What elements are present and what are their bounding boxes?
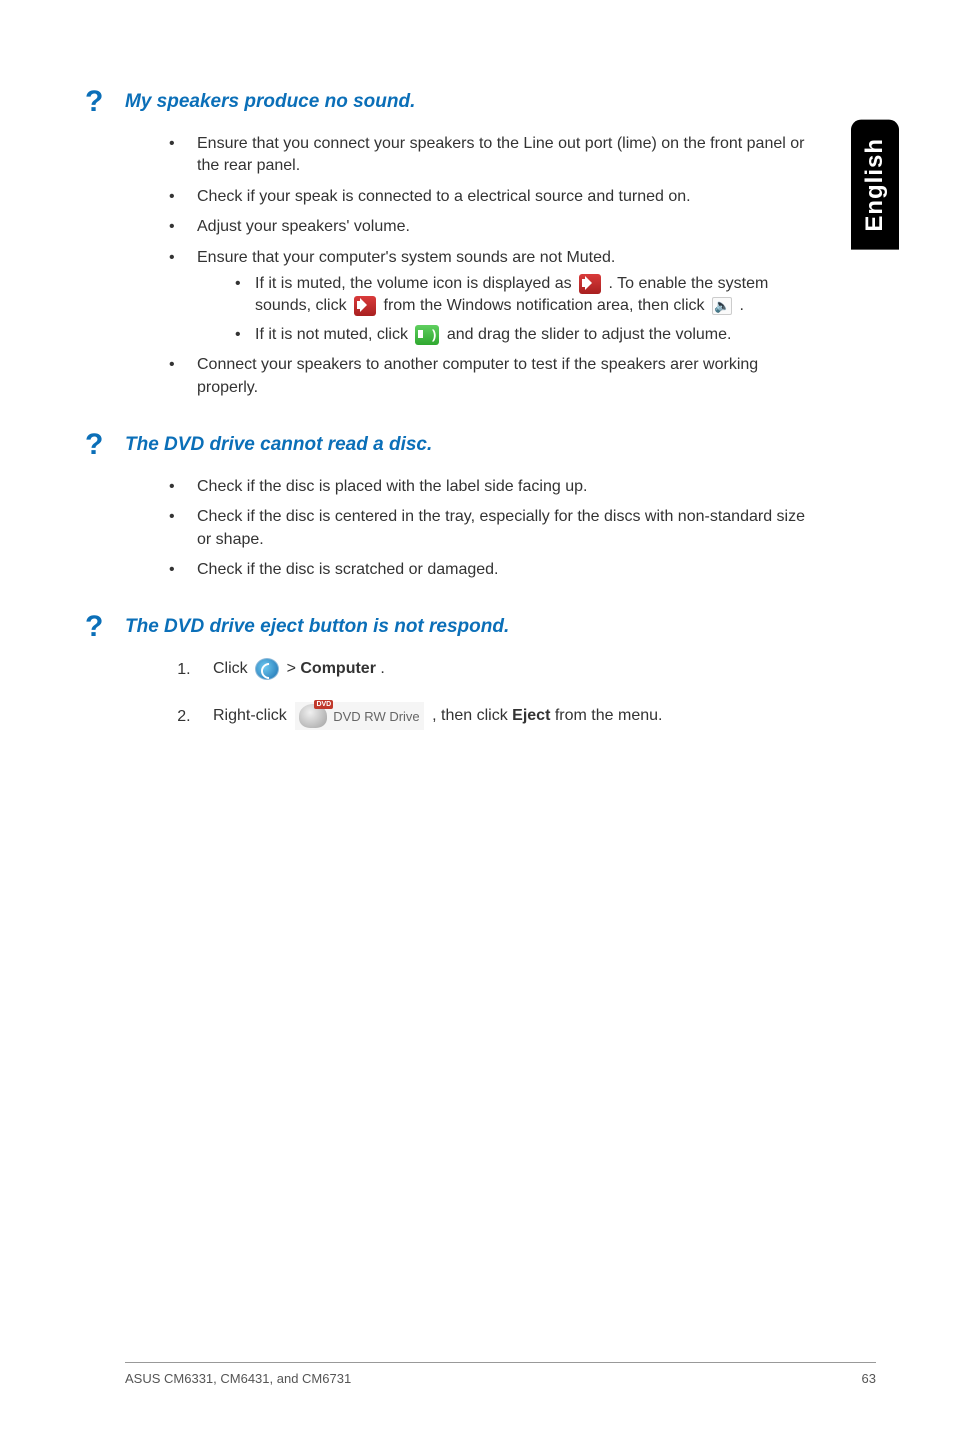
section-speakers: ? My speakers produce no sound. Ensure t… bbox=[125, 90, 805, 399]
bullet-item: Check if your speak is connected to a el… bbox=[169, 186, 805, 208]
text-fragment: > bbox=[287, 661, 301, 678]
volume-muted-icon bbox=[354, 296, 376, 316]
sub-bullet-item: If it is muted, the volume icon is displ… bbox=[235, 273, 805, 318]
question-mark-icon: ? bbox=[85, 428, 125, 462]
step-item: Click > Computer . bbox=[195, 658, 805, 680]
dvd-drive-icon: DVD RW Drive bbox=[295, 702, 423, 730]
footer-page-number: 63 bbox=[862, 1371, 876, 1386]
text-fragment: . bbox=[380, 661, 384, 678]
question-mark-icon: ? bbox=[85, 610, 125, 644]
bullet-item: Ensure that your computer's system sound… bbox=[169, 247, 805, 347]
text-fragment: and drag the slider to adjust the volume… bbox=[447, 326, 732, 343]
question-mark-icon: ? bbox=[85, 85, 125, 119]
bullet-item: Adjust your speakers' volume. bbox=[169, 216, 805, 238]
text-fragment: If it is muted, the volume icon is displ… bbox=[255, 275, 576, 292]
text-fragment: , then click bbox=[432, 708, 512, 725]
dvd-disc-icon bbox=[299, 704, 327, 728]
section-dvd-eject: ? The DVD drive eject button is not resp… bbox=[125, 615, 805, 730]
language-tab: English bbox=[851, 120, 899, 250]
text-fragment: Right-click bbox=[213, 708, 291, 725]
section-dvd-read: ? The DVD drive cannot read a disc. Chec… bbox=[125, 433, 805, 582]
text-fragment: . bbox=[739, 297, 743, 314]
text-fragment: from the Windows notification area, then… bbox=[384, 297, 709, 314]
bullet-item: Check if the disc is centered in the tra… bbox=[169, 506, 805, 551]
bullet-item: Check if the disc is scratched or damage… bbox=[169, 559, 805, 581]
bullet-text: Ensure that your computer's system sound… bbox=[197, 249, 615, 266]
text-fragment: If it is not muted, click bbox=[255, 326, 412, 343]
start-button-icon bbox=[255, 658, 279, 680]
page-footer: ASUS CM6331, CM6431, and CM6731 63 bbox=[125, 1362, 876, 1386]
section-title: The DVD drive eject button is not respon… bbox=[125, 615, 509, 640]
step-item: Right-click DVD RW Drive , then click Ej… bbox=[195, 702, 805, 730]
menu-item-bold: Eject bbox=[512, 708, 550, 725]
bullet-item: Ensure that you connect your speakers to… bbox=[169, 133, 805, 178]
section-title: My speakers produce no sound. bbox=[125, 90, 415, 115]
menu-path-bold: Computer bbox=[300, 661, 376, 678]
bullet-item: Connect your speakers to another compute… bbox=[169, 354, 805, 399]
dvd-drive-label: DVD RW Drive bbox=[333, 709, 419, 724]
bullet-item: Check if the disc is placed with the lab… bbox=[169, 476, 805, 498]
text-fragment: Click bbox=[213, 661, 252, 678]
text-fragment: from the menu. bbox=[555, 708, 663, 725]
sub-bullet-item: If it is not muted, click and drag the s… bbox=[235, 324, 805, 346]
volume-muted-icon bbox=[579, 274, 601, 294]
speaker-settings-icon bbox=[712, 297, 732, 315]
volume-on-icon bbox=[415, 325, 439, 345]
section-title: The DVD drive cannot read a disc. bbox=[125, 433, 432, 458]
footer-product: ASUS CM6331, CM6431, and CM6731 bbox=[125, 1371, 351, 1386]
